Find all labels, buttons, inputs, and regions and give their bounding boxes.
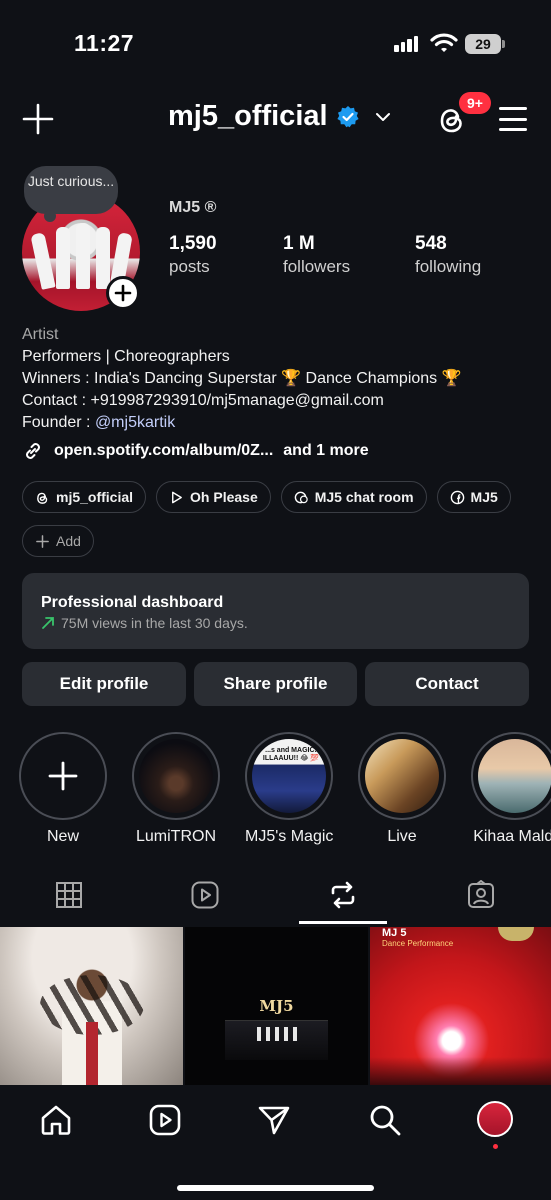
account-switcher[interactable]: mj5_official (168, 100, 392, 133)
home-icon[interactable] (39, 1103, 73, 1137)
highlight-label: New (46, 828, 79, 845)
profile-bio: Artist Performers | Choreographers Winne… (22, 324, 532, 434)
grid-tab-icon[interactable] (54, 880, 84, 910)
threads-icon (37, 492, 48, 504)
highlight-cover (139, 739, 213, 813)
add-link-button[interactable]: Add (22, 525, 94, 557)
chip-label: MJ5 chat room (314, 489, 414, 505)
bio-line: Contact : +919987293910/mj5manage@gmail.… (22, 392, 384, 409)
following-count[interactable]: 548 following (415, 233, 481, 277)
play-icon (172, 491, 182, 503)
highlight-cover: ...s and MAGIC! ILLAAUU!! 😂 💯 (252, 739, 326, 813)
stat-label: followers (283, 257, 351, 276)
bio-line: Winners : India's Dancing Superstar 🏆 Da… (22, 370, 462, 387)
stat-label: posts (169, 257, 210, 276)
post-caption: MJ5 (259, 997, 294, 1015)
highlight-ring (358, 732, 446, 820)
home-indicator (177, 1185, 374, 1191)
post-thumbnail[interactable] (0, 927, 183, 1085)
bio-founder-line: Founder : @mj5kartik (22, 412, 532, 434)
share-profile-button[interactable]: Share profile (194, 662, 357, 706)
contact-button[interactable]: Contact (365, 662, 529, 706)
stat-label: following (415, 257, 482, 276)
highlight-cover (478, 739, 551, 813)
chip-label: Oh Please (190, 489, 258, 505)
facebook-icon (450, 490, 464, 504)
stat-value: 1,590 (169, 233, 217, 254)
highlight-lumitron[interactable]: LumiTRON (132, 732, 220, 846)
username: mj5_official (168, 100, 328, 132)
highlight-ring (471, 732, 551, 820)
followers-count[interactable]: 1 M followers (283, 233, 350, 277)
tagged-tab-icon[interactable] (466, 880, 496, 910)
highlight-kihaa-maldives[interactable]: Kihaa Maldi (471, 732, 551, 846)
highlight-ring (132, 732, 220, 820)
notification-badge: 9+ (459, 92, 491, 114)
reposts-tab-icon[interactable] (328, 880, 358, 910)
chat-icon (294, 491, 308, 503)
verified-badge-icon (336, 105, 359, 127)
chip-label: mj5_official (56, 489, 134, 505)
highlight-new[interactable]: New (19, 732, 107, 846)
post-caption: MJ 5 (382, 927, 407, 939)
profile-note-bubble[interactable]: Just curious... (24, 166, 118, 222)
post-subcaption: Dance Performance (382, 939, 454, 948)
highlight-ring (19, 732, 107, 820)
dashboard-subtitle: 75M views in the last 30 days. (41, 615, 510, 631)
highlight-label: Kihaa Maldi (473, 828, 551, 845)
create-plus-icon[interactable] (22, 103, 54, 135)
battery-indicator: 29 (465, 34, 505, 54)
reels-icon[interactable] (148, 1103, 182, 1137)
profile-link-chips: mj5_official Oh Please MJ5 chat room MJ5 (22, 481, 511, 513)
chip-facebook[interactable]: MJ5 (436, 481, 511, 513)
plus-icon (36, 534, 49, 548)
add-link-label: Add (56, 533, 81, 549)
external-links[interactable]: open.spotify.com/album/0Z... and 1 more (22, 440, 369, 462)
founder-prefix: Founder : (22, 414, 95, 431)
trend-up-arrow-icon (42, 617, 54, 629)
posts-count[interactable]: 1,590 posts (169, 233, 217, 277)
dashboard-views-text: 75M views in the last 30 days. (61, 615, 248, 631)
chip-threads[interactable]: mj5_official (22, 481, 147, 513)
cellular-signal-icon (394, 34, 420, 52)
plus-icon (114, 284, 132, 302)
chip-chat-room[interactable]: MJ5 chat room (280, 481, 427, 513)
highlight-ring: ...s and MAGIC! ILLAAUU!! 😂 💯 (245, 732, 333, 820)
post-thumbnail[interactable]: MJ5 (185, 927, 368, 1085)
link-more[interactable]: and 1 more (283, 442, 368, 460)
status-time: 11:27 (74, 30, 135, 56)
display-name: MJ5 ® (169, 199, 217, 216)
stat-value: 548 (415, 233, 447, 254)
reels-tab-icon[interactable] (190, 880, 220, 910)
professional-dashboard[interactable]: Professional dashboard 75M views in the … (22, 573, 529, 649)
dashboard-title: Professional dashboard (41, 594, 224, 611)
profile-nav-avatar[interactable] (477, 1101, 513, 1137)
highlight-label: LumiTRON (135, 828, 216, 845)
search-icon[interactable] (368, 1103, 402, 1137)
stat-value: 1 M (283, 233, 315, 254)
bio-line: Performers | Choreographers (22, 348, 230, 365)
link-icon (26, 443, 40, 459)
highlight-cover (365, 739, 439, 813)
messages-send-icon[interactable] (257, 1103, 291, 1137)
chip-label: MJ5 (470, 489, 498, 505)
plus-icon (48, 761, 78, 791)
link-url[interactable]: open.spotify.com/album/0Z... (54, 442, 273, 460)
edit-profile-button[interactable]: Edit profile (22, 662, 186, 706)
highlight-mj5-magic[interactable]: ...s and MAGIC! ILLAAUU!! 😂 💯 MJ5's Magi… (245, 732, 333, 846)
menu-icon[interactable] (499, 107, 527, 131)
chip-music[interactable]: Oh Please (156, 481, 271, 513)
highlight-label: MJ5's Magic (245, 828, 334, 845)
add-story-button[interactable] (106, 276, 140, 310)
highlight-label: Live (387, 828, 417, 845)
profile-category: Artist (22, 326, 59, 343)
active-tab-indicator (299, 921, 387, 924)
chevron-down-icon (375, 112, 390, 121)
notification-dot (493, 1144, 498, 1149)
founder-mention-link[interactable]: @mj5kartik (95, 414, 175, 431)
post-thumbnail[interactable]: MJ 5 Dance Performance (370, 927, 551, 1085)
highlight-live[interactable]: Live (358, 732, 446, 846)
highlight-cover-caption: ...s and MAGIC! ILLAAUU!! 😂 💯 (262, 747, 320, 762)
wifi-icon (430, 33, 458, 52)
